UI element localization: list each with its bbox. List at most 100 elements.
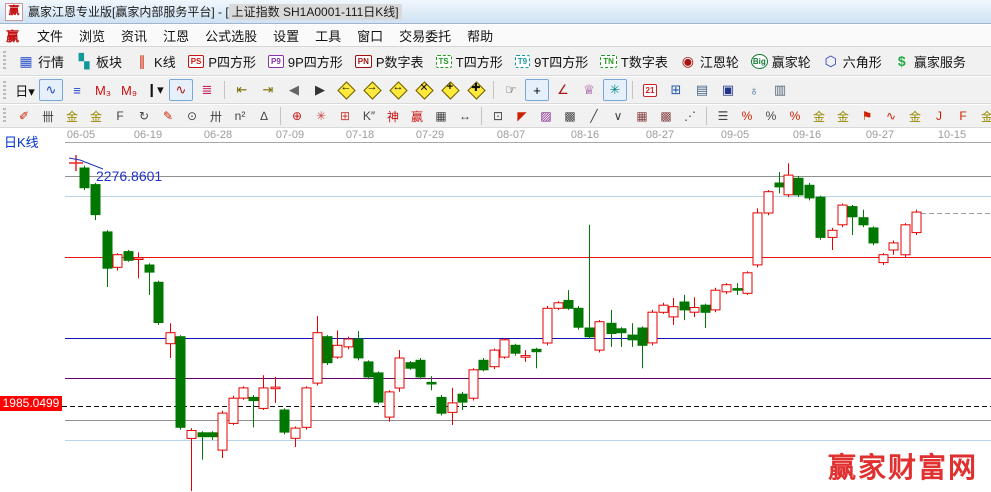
app-icon[interactable]: 赢 [5, 3, 23, 21]
crosshair-tool[interactable]: + [525, 79, 549, 101]
grid-small-tool[interactable]: ▦ [631, 106, 653, 126]
percent-sign-tool[interactable]: % [760, 106, 782, 126]
menu-item-浏览[interactable]: 浏览 [71, 27, 113, 46]
toolbar-grip[interactable] [3, 108, 6, 123]
parallel-lines-tool-icon: ⋰ [684, 109, 696, 123]
wave-percent-tool[interactable]: ∿ [880, 106, 902, 126]
wave-count-3-button[interactable]: M₃ [91, 79, 115, 101]
brain-pattern-tool[interactable]: ✳ [603, 79, 627, 101]
gold-fence-b-tool[interactable]: 金 [85, 106, 107, 126]
toolbar-grip[interactable] [3, 51, 6, 71]
gann-wheel-button[interactable]: ◉江恩轮 [676, 50, 743, 73]
fence-grid2-tool[interactable]: 卅 [205, 106, 227, 126]
candle-style-dropdown[interactable]: ❙▾ [143, 79, 167, 101]
prev-bar-button[interactable]: ◀ [282, 79, 306, 101]
first-bar-button[interactable]: ⇤ [230, 79, 254, 101]
fan-box-dark-tool[interactable]: ▩ [559, 106, 581, 126]
menu-item-交易委托[interactable]: 交易委托 [391, 27, 459, 46]
spiral-tool[interactable]: ↻ [133, 106, 155, 126]
god-number-grid-tool[interactable]: 神 [382, 106, 404, 126]
9t-square-button[interactable]: T99T四方形 [511, 50, 593, 73]
menu-item-设置[interactable]: 设置 [265, 27, 307, 46]
gold-line-tool[interactable]: 金 [832, 106, 854, 126]
next-bar-button[interactable]: ▶ [308, 79, 332, 101]
draw-pen-tool[interactable]: ✐ [13, 106, 35, 126]
save-tool[interactable]: ▣ [716, 79, 740, 101]
f-angle-tool[interactable]: F [952, 106, 974, 126]
time-cycle-tool[interactable]: ⊙ [181, 106, 203, 126]
fan-lines-tool[interactable]: ◤ [511, 106, 533, 126]
gann-crown-tool[interactable]: ♕ [577, 79, 601, 101]
hand-pan-tool[interactable]: ☞ [499, 79, 523, 101]
p-number-table-button[interactable]: PNP数字表 [351, 50, 428, 73]
gold-line2-tool[interactable]: 金 [904, 106, 926, 126]
notes-panel-button[interactable]: ≡ [65, 79, 89, 101]
menu-item-工具[interactable]: 工具 [307, 27, 349, 46]
grid-target-tool[interactable]: ⊞ [334, 106, 356, 126]
n-squared-tool[interactable]: n² [229, 106, 251, 126]
gann-box-tool[interactable]: ⊡ [487, 106, 509, 126]
span-measure-tool[interactable]: ↔ [454, 106, 476, 126]
calculator-tool[interactable]: ⊞ [664, 79, 688, 101]
angle-fan-tool[interactable]: ∆ [253, 106, 275, 126]
send-network-tool[interactable]: ♁ [742, 79, 766, 101]
gold-circle-tool[interactable]: 金 [808, 106, 830, 126]
diamond-arrows-cross-button[interactable]: + [438, 79, 462, 101]
t-square-button[interactable]: TST四方形 [432, 50, 507, 73]
percent-line-a-tool[interactable]: % [736, 106, 758, 126]
fan-box-purple-tool[interactable]: ▨ [535, 106, 557, 126]
red-pen-tool[interactable]: ✎ [157, 106, 179, 126]
menu-item-帮助[interactable]: 帮助 [459, 27, 501, 46]
diamond-arrow-right-button[interactable]: → [360, 79, 384, 101]
grid-large-tool[interactable]: ▩ [655, 106, 677, 126]
j-angle-tool[interactable]: J [928, 106, 950, 126]
winner-grid-tool[interactable]: 赢 [406, 106, 428, 126]
notepad-tool[interactable]: ▤ [690, 79, 714, 101]
chart-area[interactable]: 06-0506-1906-2807-0907-1807-2908-0708-16… [0, 128, 991, 492]
p-square-button[interactable]: PSP四方形 [184, 50, 260, 73]
wheel-spokes-tool[interactable]: ✳ [310, 106, 332, 126]
winner-service-button[interactable]: $赢家服务 [890, 50, 970, 73]
diamond-arrows-all-button[interactable]: ✚ [464, 79, 488, 101]
winner-wheel-button[interactable]: Big赢家轮 [747, 50, 815, 73]
diamond-arrow-both-button[interactable]: ↔ [386, 79, 410, 101]
percent-table-tool[interactable]: ☰ [712, 106, 734, 126]
menu-item-江恩[interactable]: 江恩 [155, 27, 197, 46]
trend-line-tool[interactable]: ╱ [583, 106, 605, 126]
toolbar-grip[interactable] [3, 81, 6, 99]
pattern-red-tool[interactable]: ∿ [169, 79, 193, 101]
diamond-arrow-left-button[interactable]: ← [334, 79, 358, 101]
9p-square-button[interactable]: P99P四方形 [264, 50, 347, 73]
fence-grid-tool[interactable]: 卌 [37, 106, 59, 126]
k-marker-tool[interactable]: K″ [358, 106, 380, 126]
menu-item-资讯[interactable]: 资讯 [113, 27, 155, 46]
gold-fence-a-tool[interactable]: 金 [61, 106, 83, 126]
menu-item-窗口[interactable]: 窗口 [349, 27, 391, 46]
flag-pen-tool[interactable]: ⚑ [856, 106, 878, 126]
target-crosshair-tool[interactable]: ⊕ [286, 106, 308, 126]
gold-angle-tool[interactable]: 金 [976, 106, 991, 126]
number-grid-123-tool[interactable]: ▦ [430, 106, 452, 126]
last-bar-button[interactable]: ⇥ [256, 79, 280, 101]
f-grid-tool[interactable]: F [109, 106, 131, 126]
hexagon-button[interactable]: ⬡六角形 [819, 50, 886, 73]
calendar-tool[interactable]: 21 [638, 79, 662, 101]
parallel-lines-tool[interactable]: ⋰ [679, 106, 701, 126]
kline-button[interactable]: ∥K线 [130, 50, 180, 73]
v-lines-tool[interactable]: ∨ [607, 106, 629, 126]
wave-count-9-button[interactable]: M₉ [117, 79, 141, 101]
quotes-button[interactable]: ▦行情 [14, 50, 68, 73]
menu-item-文件[interactable]: 文件 [29, 27, 71, 46]
diamond-arrows-diagonal-button[interactable]: ✕ [412, 79, 436, 101]
angle-measure-tool[interactable]: ∠ [551, 79, 575, 101]
zigzag-pattern-tool[interactable]: ∿ [39, 79, 63, 101]
sectors-button[interactable]: ▚板块 [72, 50, 126, 73]
period-day-dropdown[interactable]: 日▾ [13, 79, 37, 101]
candle [364, 362, 373, 377]
t-number-table-button[interactable]: TNT数字表 [596, 50, 672, 73]
percent-line-b-tool[interactable]: % [784, 106, 806, 126]
volume-profile-button[interactable]: ≣ [195, 79, 219, 101]
menu-item-公式选股[interactable]: 公式选股 [197, 27, 265, 46]
toolbar-separator [280, 107, 281, 125]
remote-computer-tool[interactable]: ▥ [768, 79, 792, 101]
